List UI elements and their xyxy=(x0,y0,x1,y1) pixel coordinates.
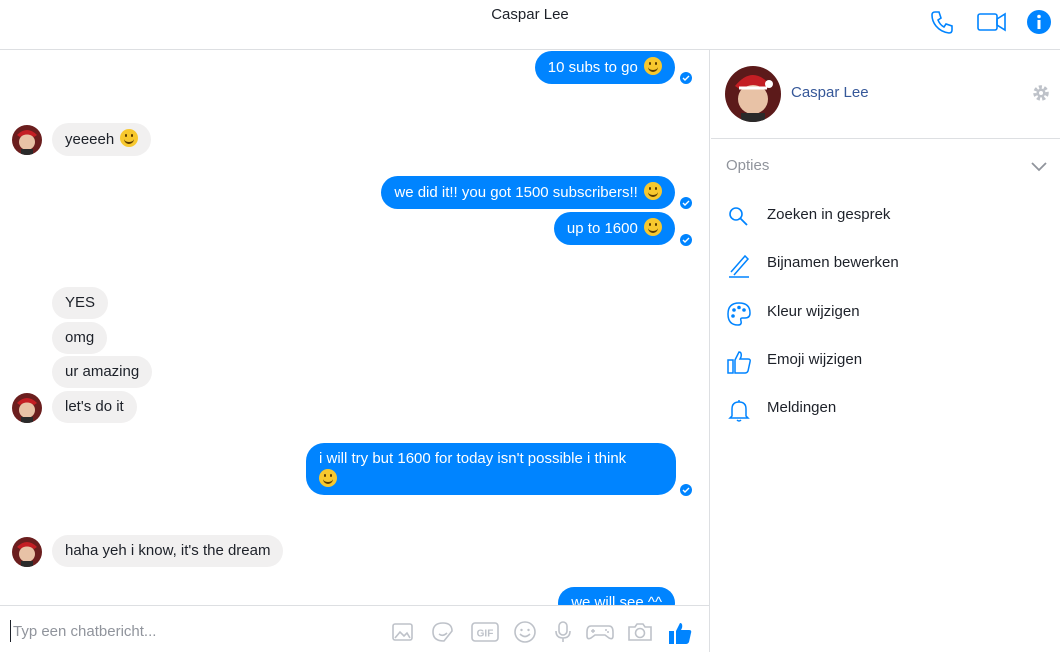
profile-name[interactable]: Caspar Lee xyxy=(791,84,869,101)
delivered-check-icon xyxy=(680,197,692,209)
photo-gallery-icon[interactable] xyxy=(390,620,416,644)
option-label: Emoji wijzigen xyxy=(767,351,863,368)
incoming-message[interactable]: let's do it xyxy=(52,391,137,423)
microphone-icon[interactable] xyxy=(550,620,576,644)
slight-smile-emoji-icon xyxy=(644,218,662,236)
conversation-details-panel: Caspar Lee Opties Zoeken in gesprek Bijn… xyxy=(711,50,1060,652)
outgoing-message[interactable]: i will try but 1600 for today isn't poss… xyxy=(306,443,676,495)
delivered-check-icon xyxy=(680,72,692,84)
pencil-icon xyxy=(726,252,752,278)
gear-icon[interactable] xyxy=(1031,83,1051,103)
svg-text:GIF: GIF xyxy=(477,629,494,640)
game-controller-icon[interactable] xyxy=(585,620,615,644)
incoming-message[interactable]: YES xyxy=(52,287,109,319)
conversation-title: Caspar Lee xyxy=(491,6,569,23)
option-label: Meldingen xyxy=(767,399,837,416)
option-search-conversation[interactable]: Zoeken in gesprek xyxy=(711,196,1060,236)
message-text: yeeeeh xyxy=(65,131,115,148)
grin-emoji-icon xyxy=(120,129,139,147)
slight-smile-emoji-icon xyxy=(644,182,662,200)
outgoing-message[interactable]: we will see ^^ xyxy=(558,587,675,605)
phone-icon[interactable] xyxy=(928,8,956,36)
outgoing-message[interactable]: we did it!! you got 1500 subscribers!! xyxy=(381,176,675,209)
camera-icon[interactable] xyxy=(626,620,654,644)
chevron-down-icon[interactable] xyxy=(1029,156,1049,176)
message-text: we did it!! you got 1500 subscribers!! xyxy=(394,184,638,201)
message-composer: GIF xyxy=(0,605,710,652)
message-text: 10 subs to go xyxy=(547,59,638,76)
option-label: Zoeken in gesprek xyxy=(767,206,891,223)
outgoing-message[interactable]: up to 1600 xyxy=(553,212,675,245)
avatar[interactable] xyxy=(12,125,42,155)
option-label: Bijnamen bewerken xyxy=(767,254,899,271)
bell-icon xyxy=(726,397,752,423)
profile-avatar[interactable] xyxy=(725,66,781,122)
option-change-emoji[interactable]: Emoji wijzigen xyxy=(711,341,1060,381)
delivered-check-icon xyxy=(680,484,692,496)
message-input[interactable] xyxy=(10,620,370,642)
gif-icon[interactable]: GIF xyxy=(470,620,500,644)
message-text: i will try but 1600 for today isn't poss… xyxy=(319,450,627,467)
option-notifications[interactable]: Meldingen xyxy=(711,389,1060,429)
option-label: Kleur wijzigen xyxy=(767,303,860,320)
incoming-message[interactable]: yeeeeh xyxy=(52,123,152,156)
tongue-emoji-icon xyxy=(319,469,337,487)
message-list[interactable]: 10 subs to go yeeeeh we did it!! you got… xyxy=(0,50,710,605)
thumbs-up-send-icon[interactable] xyxy=(667,620,693,644)
avatar[interactable] xyxy=(12,537,42,567)
message-text: up to 1600 xyxy=(566,220,638,237)
emoji-picker-icon[interactable] xyxy=(512,620,538,644)
outgoing-message[interactable]: 10 subs to go xyxy=(534,51,675,84)
search-icon xyxy=(726,204,752,230)
incoming-message[interactable]: haha yeh i know, it's the dream xyxy=(52,535,284,567)
options-heading: Opties xyxy=(726,157,770,174)
profile-header: Caspar Lee xyxy=(711,50,1060,139)
incoming-message[interactable]: omg xyxy=(52,322,108,354)
sticker-icon[interactable] xyxy=(430,620,456,644)
option-edit-nicknames[interactable]: Bijnamen bewerken xyxy=(711,244,1060,284)
option-change-color[interactable]: Kleur wijzigen xyxy=(711,293,1060,333)
slight-smile-emoji-icon xyxy=(644,57,662,75)
avatar[interactable] xyxy=(12,393,42,423)
info-icon[interactable] xyxy=(1025,8,1053,36)
incoming-message[interactable]: ur amazing xyxy=(52,356,153,388)
palette-icon xyxy=(726,301,752,327)
thumbs-up-icon xyxy=(726,349,752,375)
delivered-check-icon xyxy=(680,234,692,246)
conversation-header: Caspar Lee xyxy=(0,0,1060,50)
video-icon[interactable] xyxy=(976,8,1008,36)
